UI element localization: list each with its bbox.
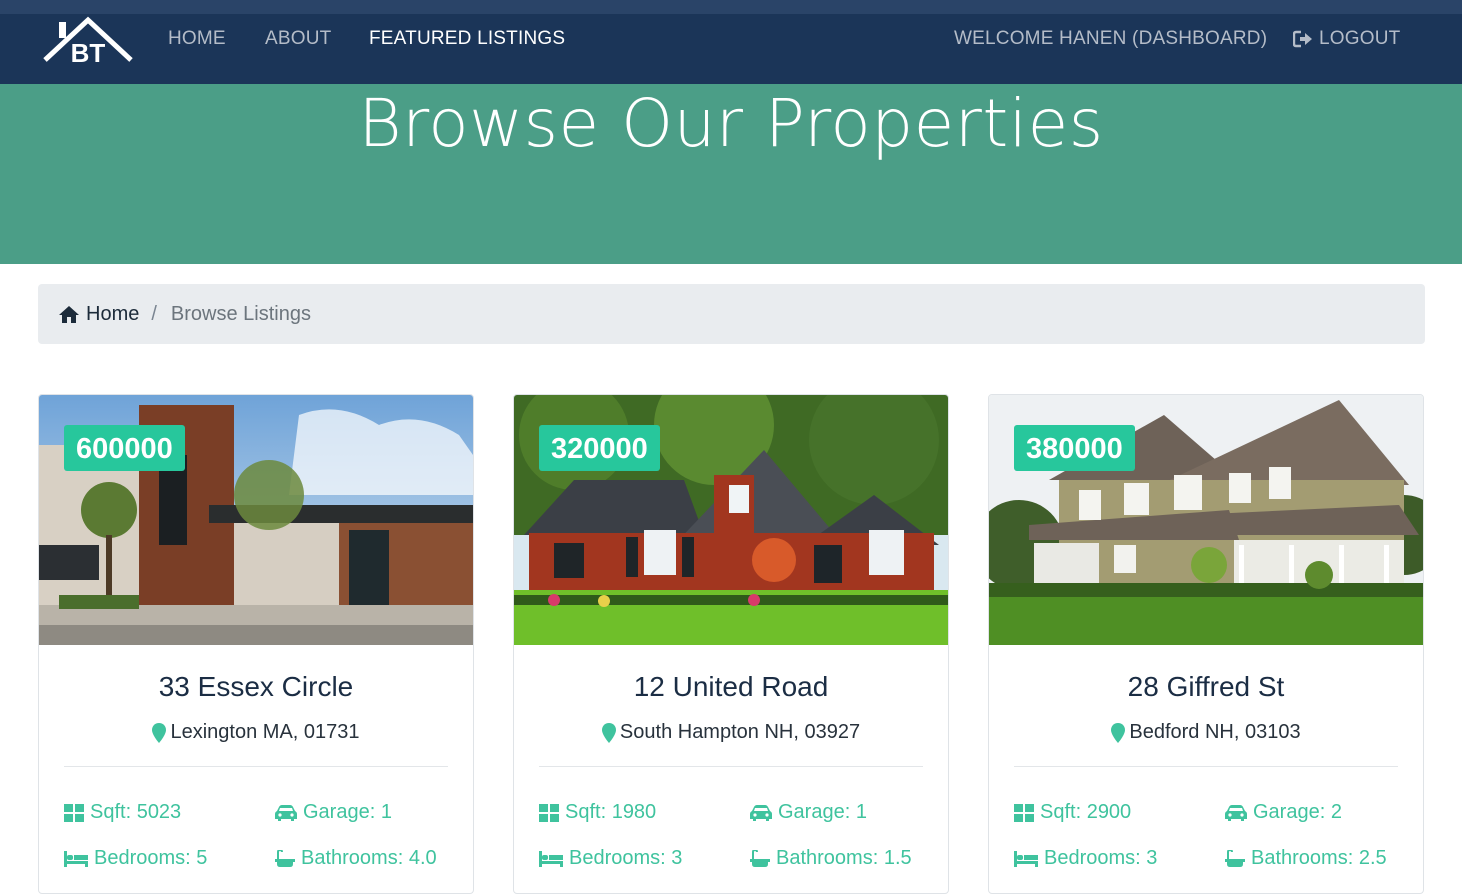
- bed-icon: [1014, 850, 1038, 867]
- sqft-text: Sqft: 1980: [565, 801, 657, 823]
- logo-lettering: BT: [71, 38, 106, 66]
- address-text: South Hampton NH, 03927: [619, 721, 861, 743]
- car-icon: [750, 804, 772, 821]
- listing-card[interactable]: 320000 12 United Road South Hampton NH, …: [513, 394, 949, 894]
- sqft-text: Sqft: 5023: [90, 801, 182, 823]
- sqft-feature: Sqft: 2900: [1014, 801, 1131, 824]
- bathrooms-feature: Bathrooms: 1.5: [750, 847, 912, 870]
- bath-icon: [1225, 849, 1245, 867]
- nav-dashboard-link[interactable]: WELCOME HANEN (DASHBOARD): [954, 28, 1267, 50]
- map-marker-icon: [1111, 722, 1126, 743]
- bed-icon: [64, 850, 88, 867]
- breadcrumb-current: Browse Listings: [170, 302, 311, 325]
- price-badge: 320000: [539, 425, 660, 471]
- breadcrumb-home-label: Home: [86, 302, 140, 325]
- logout-label: LOGOUT: [1319, 28, 1401, 49]
- bathrooms-feature: Bathrooms: 2.5: [1225, 847, 1387, 870]
- bathrooms-feature: Bathrooms: 4.0: [275, 847, 437, 870]
- divider: [1014, 766, 1398, 767]
- bedrooms-text: Bedrooms: 5: [94, 847, 208, 869]
- address-text: Bedford NH, 03103: [1129, 721, 1301, 743]
- garage-feature: Garage: 2: [1225, 801, 1342, 824]
- listing-address: Lexington MA, 01731: [39, 721, 473, 744]
- bathrooms-text: Bathrooms: 4.0: [301, 847, 437, 869]
- breadcrumb-separator: /: [151, 302, 157, 325]
- bathrooms-text: Bathrooms: 2.5: [1251, 847, 1387, 869]
- breadcrumb-home-link[interactable]: Home: [58, 303, 139, 326]
- address-text: Lexington MA, 01731: [170, 721, 360, 743]
- sqft-text: Sqft: 2900: [1040, 801, 1132, 823]
- navbar: BT HOME ABOUT FEATURED LISTINGS WELCOME …: [0, 0, 1462, 84]
- listing-title[interactable]: 33 Essex Circle: [39, 671, 473, 703]
- map-marker-icon: [152, 722, 167, 743]
- divider: [539, 766, 923, 767]
- price-badge: 380000: [1014, 425, 1135, 471]
- sqft-feature: Sqft: 1980: [539, 801, 656, 824]
- listing-card[interactable]: 600000 33 Essex Circle Lexington MA, 017…: [38, 394, 474, 894]
- price-badge: 600000: [64, 425, 185, 471]
- hero-banner: Browse Our Properties: [0, 84, 1462, 264]
- th-large-icon: [1014, 803, 1034, 822]
- car-icon: [1225, 804, 1247, 821]
- garage-text: Garage: 1: [303, 801, 392, 823]
- divider: [64, 766, 448, 767]
- nav-home-link[interactable]: HOME: [168, 28, 226, 50]
- garage-feature: Garage: 1: [750, 801, 867, 824]
- listing-title[interactable]: 12 United Road: [514, 671, 948, 703]
- breadcrumb: Home / Browse Listings: [38, 284, 1425, 344]
- nav-featured-listings-link[interactable]: FEATURED LISTINGS: [369, 28, 565, 50]
- car-icon: [275, 804, 297, 821]
- listing-address: South Hampton NH, 03927: [514, 721, 948, 744]
- home-icon: [59, 305, 79, 323]
- bedrooms-text: Bedrooms: 3: [569, 847, 683, 869]
- bath-icon: [750, 849, 770, 867]
- logout-link[interactable]: LOGOUT: [1293, 28, 1400, 50]
- th-large-icon: [539, 803, 559, 822]
- listing-address: Bedford NH, 03103: [989, 721, 1423, 744]
- th-large-icon: [64, 803, 84, 822]
- page-title: Browse Our Properties: [358, 85, 1104, 162]
- garage-feature: Garage: 1: [275, 801, 392, 824]
- navbar-top-strip: [0, 0, 1462, 14]
- bedrooms-feature: Bedrooms: 3: [539, 847, 682, 870]
- map-marker-icon: [601, 722, 616, 743]
- bedrooms-text: Bedrooms: 3: [1044, 847, 1158, 869]
- bath-icon: [275, 849, 295, 867]
- bedrooms-feature: Bedrooms: 3: [1014, 847, 1157, 870]
- nav-about-link[interactable]: ABOUT: [265, 28, 331, 50]
- bed-icon: [539, 850, 563, 867]
- bedrooms-feature: Bedrooms: 5: [64, 847, 207, 870]
- bathrooms-text: Bathrooms: 1.5: [776, 847, 912, 869]
- garage-text: Garage: 1: [778, 801, 867, 823]
- listing-title[interactable]: 28 Giffred St: [989, 671, 1423, 703]
- brand-logo[interactable]: BT: [42, 14, 134, 66]
- listing-card[interactable]: 380000 28 Giffred St Bedford NH, 03103 S…: [988, 394, 1424, 894]
- garage-text: Garage: 2: [1253, 801, 1342, 823]
- sqft-feature: Sqft: 5023: [64, 801, 181, 824]
- sign-out-icon: [1293, 30, 1312, 48]
